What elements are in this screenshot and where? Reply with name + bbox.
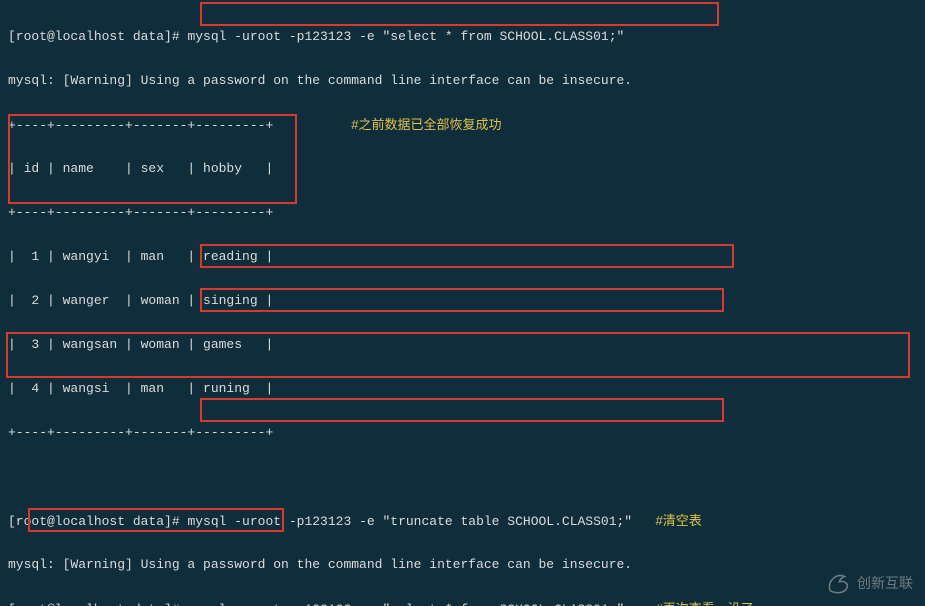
watermark-logo: 创新互联	[825, 570, 913, 596]
logo-icon	[825, 570, 851, 596]
terminal-output: [root@localhost data]# mysql -uroot -p12…	[0, 0, 925, 606]
table1-row-2: | 2 | wanger | woman | singing |	[8, 293, 273, 308]
shell-prompt[interactable]: [root@localhost data]#	[8, 29, 187, 44]
table1-sep-top: +----+---------+-------+---------+	[8, 118, 273, 133]
comment-truncate: #清空表	[656, 513, 702, 528]
table1-row-4: | 4 | wangsi | man | runing |	[8, 381, 273, 396]
comment-restore-ok: #之前数据已全部恢复成功	[351, 117, 501, 132]
logo-text: 创新互联	[857, 572, 913, 594]
mysql-warning-2: mysql: [Warning] Using a password on the…	[8, 557, 632, 572]
shell-prompt[interactable]: [root@localhost data]#	[8, 602, 187, 606]
cmd-select-2: mysql -uroot -p123123 -e "select * from …	[187, 602, 624, 606]
comment-gone: #再次查看，没了	[656, 601, 754, 606]
table1-row-3: | 3 | wangsan | woman | games |	[8, 337, 273, 352]
cmd-select-1: mysql -uroot -p123123 -e "select * from …	[187, 29, 624, 44]
table1-header: | id | name | sex | hobby |	[8, 161, 273, 176]
mysql-warning-1: mysql: [Warning] Using a password on the…	[8, 73, 632, 88]
table1-row-1: | 1 | wangyi | man | reading |	[8, 249, 273, 264]
table1-sep: +----+---------+-------+---------+	[8, 205, 273, 220]
table1-sep-bottom: +----+---------+-------+---------+	[8, 425, 273, 440]
shell-prompt[interactable]: [root@localhost data]#	[8, 514, 187, 529]
cmd-truncate: mysql -uroot -p123123 -e "truncate table…	[187, 514, 632, 529]
